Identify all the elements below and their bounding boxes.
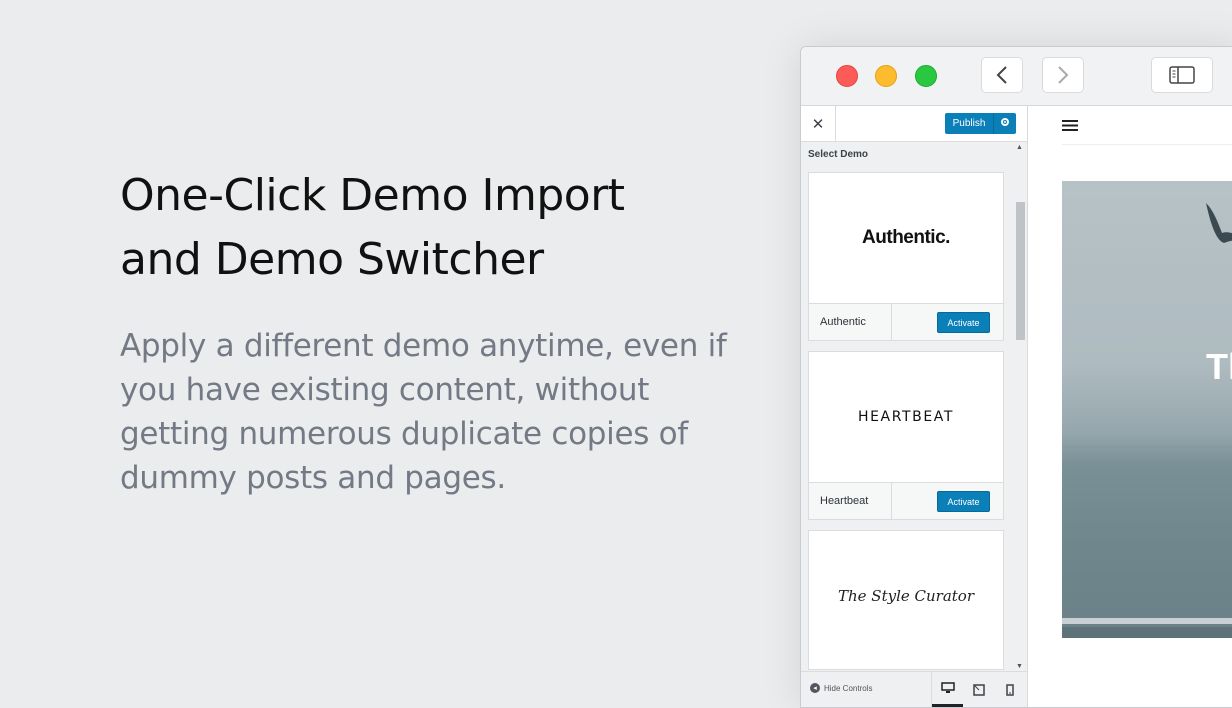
demo-logo: The Style Curator	[837, 587, 974, 605]
rail	[1062, 618, 1232, 624]
demo-card-footer: Heartbeat Activate	[809, 483, 1003, 519]
publish-button[interactable]: Publish	[945, 113, 994, 134]
zoom-window-button[interactable]	[915, 65, 937, 87]
demo-preview[interactable]: HEARTBEAT	[809, 352, 1003, 483]
demo-card-authentic: Authentic. Authentic Activate	[808, 172, 1004, 341]
publish-button-group: Publish	[945, 113, 1016, 134]
desktop-icon	[940, 682, 955, 693]
demo-name: Heartbeat	[820, 495, 869, 507]
demo-card-heartbeat: HEARTBEAT Heartbeat Activate	[808, 351, 1004, 520]
preview-tablet-button[interactable]	[963, 672, 994, 707]
hero-title: One-Click Demo Import and Demo Switcher	[120, 164, 740, 292]
demo-preview[interactable]: Authentic.	[809, 173, 1003, 304]
demo-name: Authentic	[820, 316, 866, 328]
seagull-image	[1206, 203, 1232, 243]
tablet-icon	[972, 683, 985, 696]
hero-title-line-2: and Demo Switcher	[120, 234, 544, 285]
chevron-left-icon	[996, 66, 1007, 84]
demo-card-footer: Authentic Activate	[809, 304, 1003, 340]
rail-shadow	[1062, 627, 1232, 638]
forward-button[interactable]	[1042, 57, 1084, 93]
close-customizer-button[interactable]: ✕	[801, 106, 836, 141]
scroll-down-arrow-icon[interactable]: ▼	[1016, 663, 1023, 670]
section-title: Select Demo	[808, 149, 869, 160]
gear-icon	[1001, 118, 1009, 126]
hero-heading: Tl	[1206, 346, 1232, 387]
hero-description: Apply a different demo anytime, even if …	[120, 328, 727, 496]
browser-window: ✕ Publish Select Demo Authentic. Authent…	[800, 46, 1232, 708]
hide-controls-label: Hide Controls	[824, 683, 873, 693]
chevron-right-icon	[1058, 66, 1069, 84]
menu-icon[interactable]	[1062, 119, 1078, 137]
demo-logo: HEARTBEAT	[857, 409, 955, 425]
site-preview: Tl	[1028, 106, 1232, 707]
activate-button[interactable]: Activate	[937, 491, 990, 512]
customizer-header: ✕ Publish	[801, 106, 1027, 142]
back-button[interactable]	[981, 57, 1023, 93]
preview-desktop-button[interactable]	[932, 672, 963, 707]
customizer-panel: ✕ Publish Select Demo Authentic. Authent…	[801, 106, 1028, 707]
scroll-up-arrow-icon[interactable]: ▲	[1016, 144, 1023, 151]
close-window-button[interactable]	[836, 65, 858, 87]
sidebar-toggle-button[interactable]	[1151, 57, 1213, 93]
demo-logo: Authentic.	[862, 227, 950, 248]
scrollbar-thumb[interactable]	[1016, 202, 1025, 340]
demo-preview[interactable]: The Style Curator	[809, 531, 1003, 661]
browser-titlebar	[801, 47, 1232, 106]
activate-button[interactable]: Activate	[937, 312, 990, 333]
demo-card-style-curator: The Style Curator	[808, 530, 1004, 670]
sidebar-icon	[1169, 66, 1195, 84]
horizon-line	[1062, 446, 1232, 448]
hero-title-line-1: One-Click Demo Import	[120, 170, 625, 221]
divider	[891, 304, 892, 340]
preview-mobile-button[interactable]	[994, 672, 1025, 707]
panel-scrollbar[interactable]: ▲ ▼	[1014, 142, 1027, 672]
publish-settings-button[interactable]	[994, 117, 1016, 130]
mobile-icon	[1005, 683, 1014, 696]
customizer-footer: ◂ Hide Controls	[801, 671, 1027, 707]
hero-image: Tl	[1062, 181, 1232, 638]
minimize-window-button[interactable]	[875, 65, 897, 87]
divider	[891, 483, 892, 519]
divider	[1062, 144, 1232, 145]
